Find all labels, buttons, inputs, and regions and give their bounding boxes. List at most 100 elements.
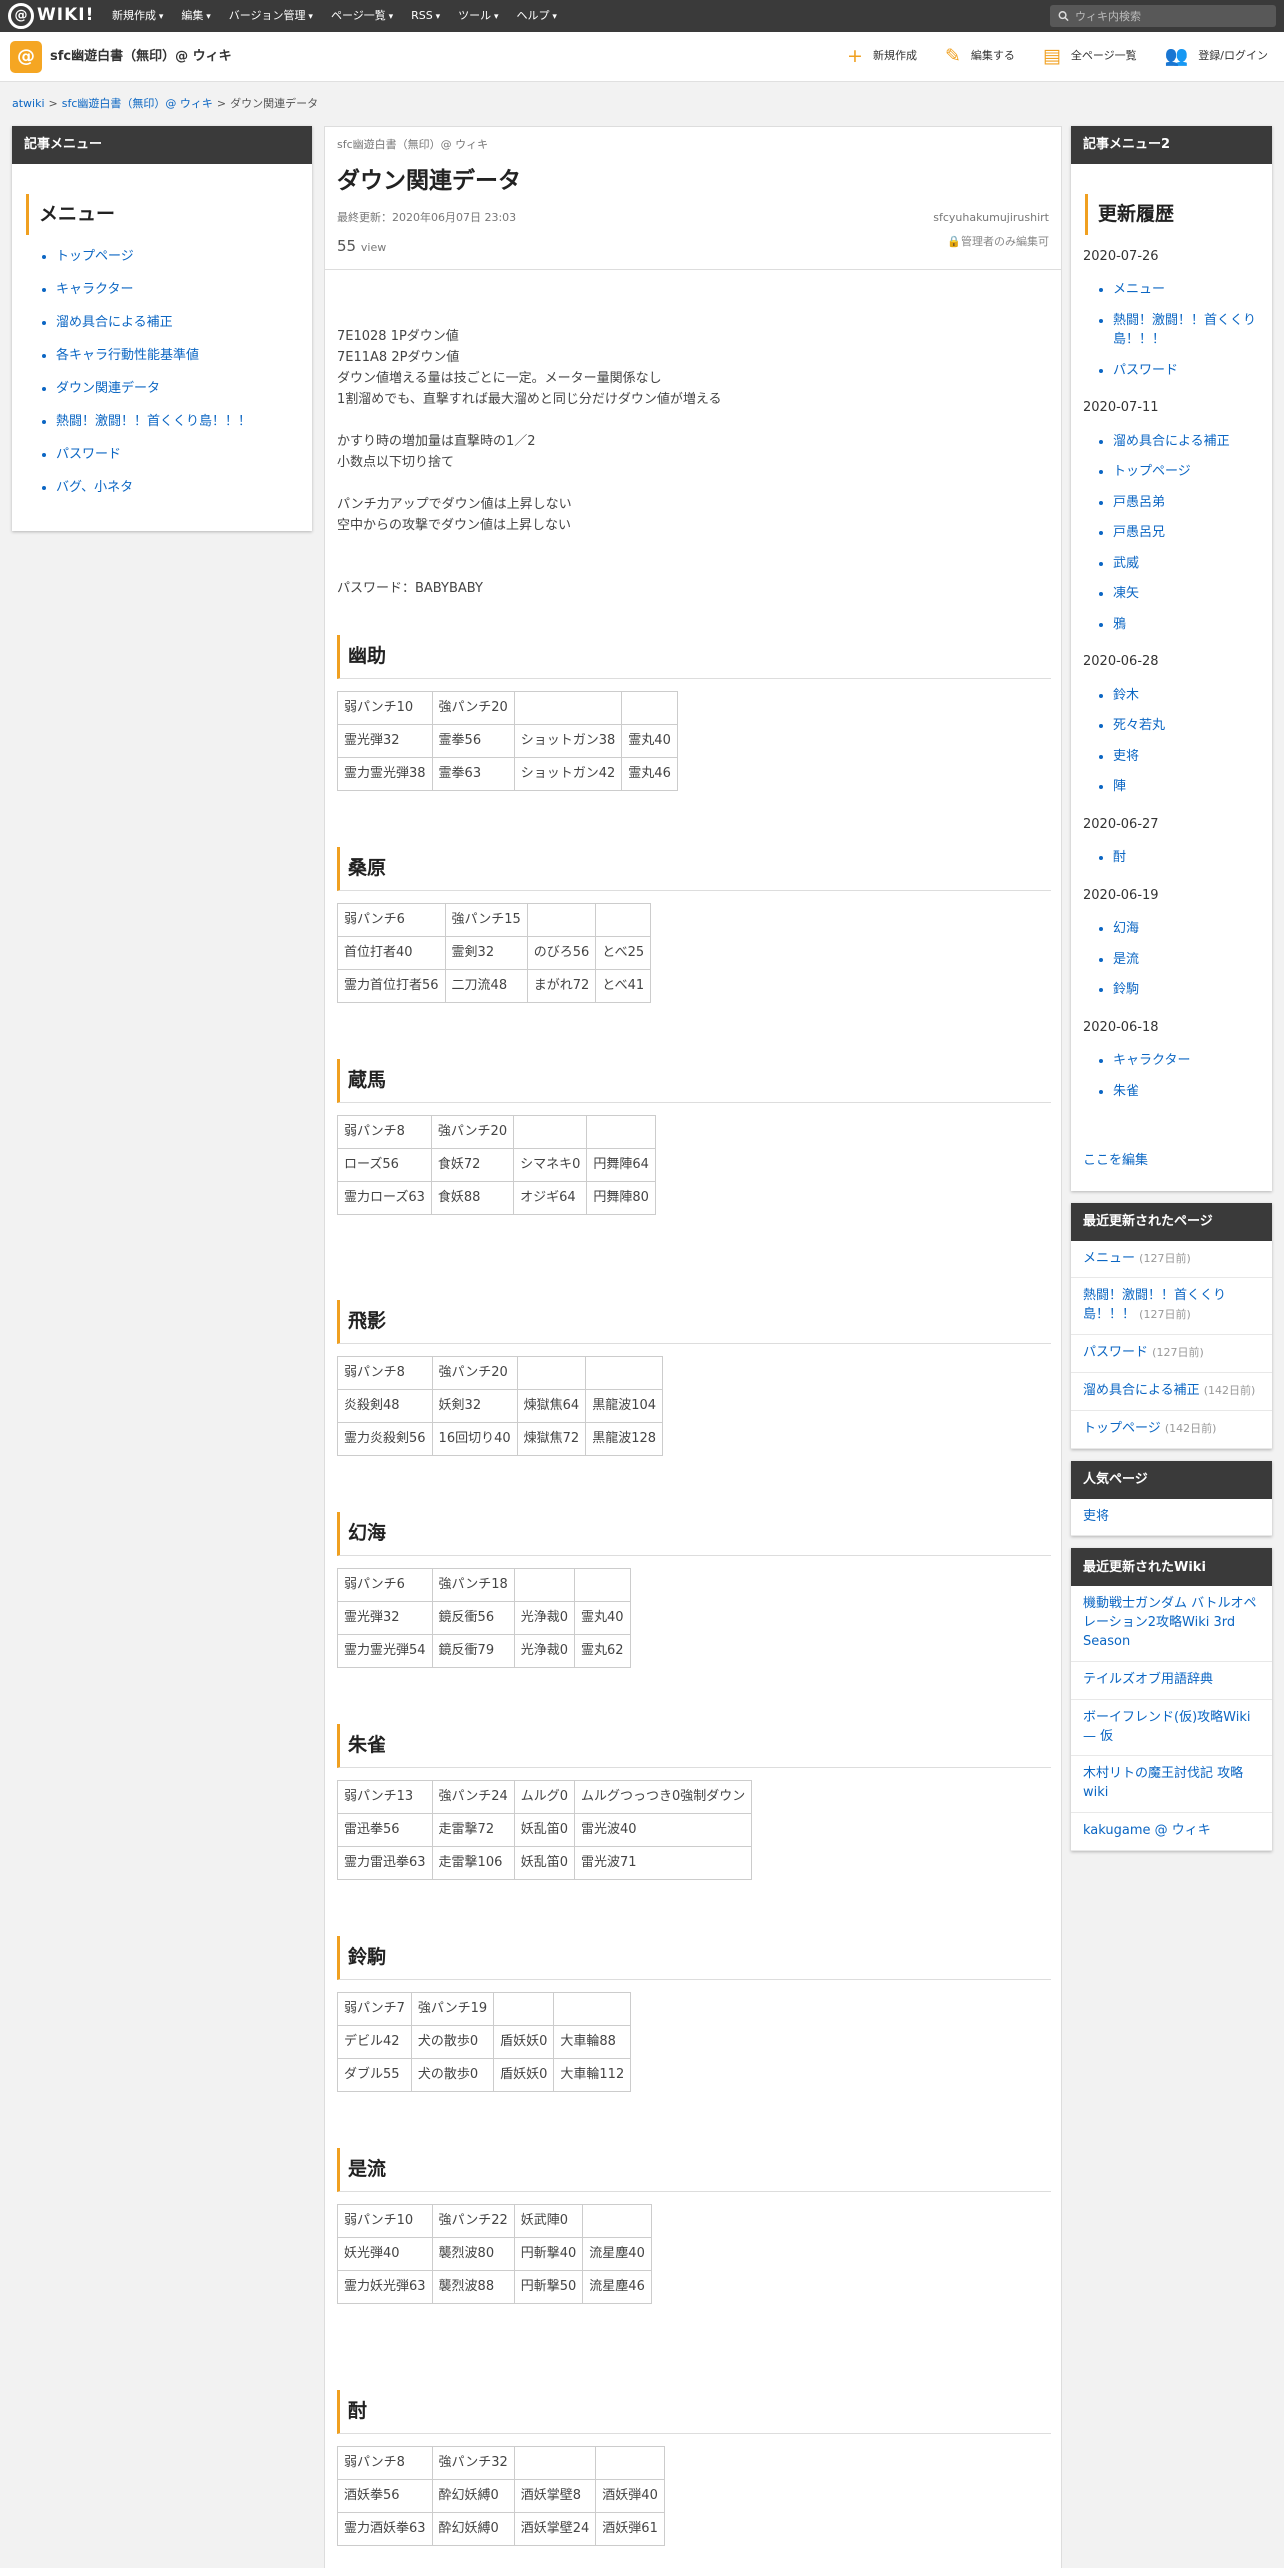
left-menu-link[interactable]: 熱闘！激闘！！首くくり島！！！ bbox=[56, 414, 251, 429]
topmenu-item[interactable]: ヘルプ bbox=[508, 8, 566, 25]
table-cell: 雷光波40 bbox=[574, 1813, 753, 1847]
search-box[interactable] bbox=[1050, 5, 1276, 27]
search-icon bbox=[1058, 11, 1069, 22]
site-action-button[interactable]: ▤ 全ページ一覧 bbox=[1043, 47, 1137, 66]
topmenu-item[interactable]: 新規作成 bbox=[103, 8, 172, 25]
recent-wiki-link[interactable]: 機動戦士ガンダム バトルオペレーション2攻略Wiki 3rd Season bbox=[1083, 1596, 1257, 1649]
left-menu-item: トップページ bbox=[56, 247, 300, 280]
character-section: 是流 弱パンチ10 強パンチ22 妖武陣0 妖光弾40 襲烈波80 円斬撃40 流星塵40 霊力… bbox=[337, 2148, 1051, 2304]
table-cell: のびろ56 bbox=[526, 936, 597, 970]
table-cell: 首位打者40 bbox=[337, 936, 446, 970]
history-link[interactable]: 朱雀 bbox=[1113, 1084, 1139, 1099]
history-link[interactable]: 溜め具合による補正 bbox=[1113, 434, 1230, 449]
recent-pages-panel: 最近更新されたページ メニュー (127日前) 熱闘！激闘！！首くくり島！！！ (… bbox=[1071, 1202, 1272, 1449]
history-link[interactable]: 陣 bbox=[1113, 779, 1126, 794]
table-row: 弱パンチ8 強パンチ32 bbox=[337, 2446, 665, 2480]
recent-page-link[interactable]: 溜め具合による補正 bbox=[1083, 1383, 1200, 1398]
table-cell: 強パンチ20 bbox=[430, 1115, 515, 1149]
left-menu-link[interactable]: ダウン関連データ bbox=[56, 381, 160, 396]
site-action-label: 登録/ログイン bbox=[1198, 49, 1268, 63]
table-cell: ムルグ0 bbox=[513, 1780, 576, 1814]
search-input[interactable] bbox=[1075, 9, 1268, 23]
history-link[interactable]: パスワード bbox=[1113, 363, 1178, 378]
table-cell: 弱パンチ6 bbox=[337, 1568, 433, 1602]
atwiki-logo[interactable]: @ WIKI! bbox=[8, 0, 103, 32]
table-cell: 光浄裁0 bbox=[513, 1601, 576, 1635]
left-menu-link[interactable]: バグ、小ネタ bbox=[56, 480, 133, 495]
site-action-button[interactable]: ✎ 編集する bbox=[945, 47, 1015, 66]
left-menu-link[interactable]: パスワード bbox=[56, 447, 121, 462]
history-item: 吏将 bbox=[1113, 747, 1260, 767]
left-menu-link[interactable]: キャラクター bbox=[56, 282, 133, 297]
history-link[interactable]: 吏将 bbox=[1113, 749, 1139, 764]
left-menu-link[interactable]: トップページ bbox=[56, 249, 134, 264]
table-cell: 霊丸40 bbox=[574, 1601, 631, 1635]
recent-wiki-link[interactable]: 木村リトの魔王討伐記 攻略wiki bbox=[1083, 1766, 1243, 1800]
history-link[interactable]: 戸愚呂兄 bbox=[1113, 525, 1165, 540]
breadcrumb-site[interactable]: sfc幽遊白書（無印）@ ウィキ bbox=[62, 96, 213, 113]
body-line: かすり時の増加量は直撃時の1／2 bbox=[337, 434, 536, 449]
popular-page-link[interactable]: 吏将 bbox=[1083, 1509, 1109, 1524]
recent-page-age: (142日前) bbox=[1164, 1421, 1217, 1435]
table-cell: 弱パンチ8 bbox=[337, 1356, 433, 1390]
history-link[interactable]: トップページ bbox=[1113, 464, 1191, 479]
history-link[interactable]: 戸愚呂弟 bbox=[1113, 495, 1165, 510]
topmenu-item[interactable]: ツール bbox=[449, 8, 507, 25]
history-link[interactable]: メニュー bbox=[1113, 282, 1165, 297]
table-cell: 光浄裁0 bbox=[513, 1634, 576, 1668]
table-cell: 霊力ローズ63 bbox=[337, 1181, 432, 1215]
recent-page-item: 熱闘！激闘！！首くくり島！！！ (127日前) bbox=[1071, 1278, 1272, 1336]
site-title[interactable]: sfc幽遊白書（無印）@ ウィキ bbox=[50, 47, 232, 67]
topmenu-item[interactable]: ページ一覧 bbox=[322, 8, 402, 25]
table-cell: 酒妖弾61 bbox=[595, 2512, 665, 2546]
history-link[interactable]: キャラクター bbox=[1113, 1053, 1190, 1068]
table-cell: 強パンチ15 bbox=[444, 903, 528, 937]
table-cell: 酒妖掌壁24 bbox=[513, 2512, 597, 2546]
table-cell: 円斬撃40 bbox=[513, 2237, 584, 2271]
history-link[interactable]: 幻海 bbox=[1113, 921, 1139, 936]
site-action-button[interactable]: 👥 登録/ログイン bbox=[1165, 47, 1268, 66]
history-link[interactable]: 凍矢 bbox=[1113, 586, 1139, 601]
table-cell: 犬の散歩0 bbox=[410, 2025, 495, 2059]
left-menu-item: キャラクター bbox=[56, 280, 300, 313]
recent-page-link[interactable]: メニュー bbox=[1083, 1251, 1135, 1266]
history-list: 酎 bbox=[1083, 848, 1260, 868]
left-menu-link[interactable]: 各キャラ行動性能基準値 bbox=[56, 348, 199, 363]
history-link[interactable]: 鈴駒 bbox=[1113, 982, 1139, 997]
breadcrumb-atwiki[interactable]: atwiki bbox=[12, 96, 45, 113]
edit-here-link[interactable]: ここを編集 bbox=[1083, 1153, 1148, 1168]
history-link[interactable]: 死々若丸 bbox=[1113, 718, 1165, 733]
table-cell: 弱パンチ10 bbox=[337, 2204, 433, 2238]
table-cell: 弱パンチ10 bbox=[337, 691, 433, 725]
body-line: 1割溜めでも、直撃すれば最大溜めと同じ分だけダウン値が増える bbox=[337, 392, 722, 407]
recent-wiki-link[interactable]: kakugame @ ウィキ bbox=[1083, 1823, 1211, 1838]
site-action-label: 編集する bbox=[970, 49, 1015, 63]
recent-page-link[interactable]: パスワード bbox=[1083, 1345, 1148, 1360]
recent-page-age: (142日前) bbox=[1203, 1383, 1256, 1397]
table-cell: 霊丸40 bbox=[621, 724, 678, 758]
down-value-table: 弱パンチ13 強パンチ24 ムルグ0 ムルグつっつき0強制ダウン 雷迅拳56 走雷撃72 妖… bbox=[337, 1780, 753, 1880]
section-heading: 桑原 bbox=[337, 847, 1051, 891]
recent-page-link[interactable]: トップページ bbox=[1083, 1421, 1161, 1436]
topmenu-item[interactable]: RSS bbox=[402, 8, 449, 25]
site-action-button[interactable]: + 新規作成 bbox=[847, 47, 917, 66]
history-item: パスワード bbox=[1113, 361, 1260, 381]
history-item: 酎 bbox=[1113, 848, 1260, 868]
table-cell: 霊力雷迅拳63 bbox=[337, 1846, 433, 1880]
history-link[interactable]: 酎 bbox=[1113, 850, 1126, 865]
at-mark-icon: @ bbox=[8, 3, 34, 29]
topmenu-item[interactable]: バージョン管理 bbox=[220, 8, 322, 25]
history-link[interactable]: 鈴木 bbox=[1113, 688, 1139, 703]
topmenu-item[interactable]: 編集 bbox=[172, 8, 219, 25]
history-link[interactable]: 武威 bbox=[1113, 556, 1139, 571]
recent-wiki-link[interactable]: ボーイフレンド(仮)攻略Wiki — 仮 bbox=[1083, 1710, 1250, 1744]
left-menu-link[interactable]: 溜め具合による補正 bbox=[56, 315, 173, 330]
history-link[interactable]: 熱闘！激闘！！首くくり島！！！ bbox=[1113, 313, 1256, 348]
recent-wiki-link[interactable]: テイルズオブ用語辞典 bbox=[1083, 1672, 1213, 1687]
recent-page-age: (127日前) bbox=[1152, 1346, 1204, 1360]
history-link[interactable]: 是流 bbox=[1113, 952, 1139, 967]
site-logo-icon[interactable]: @ bbox=[10, 40, 42, 73]
history-link[interactable]: 鴉 bbox=[1113, 617, 1126, 632]
